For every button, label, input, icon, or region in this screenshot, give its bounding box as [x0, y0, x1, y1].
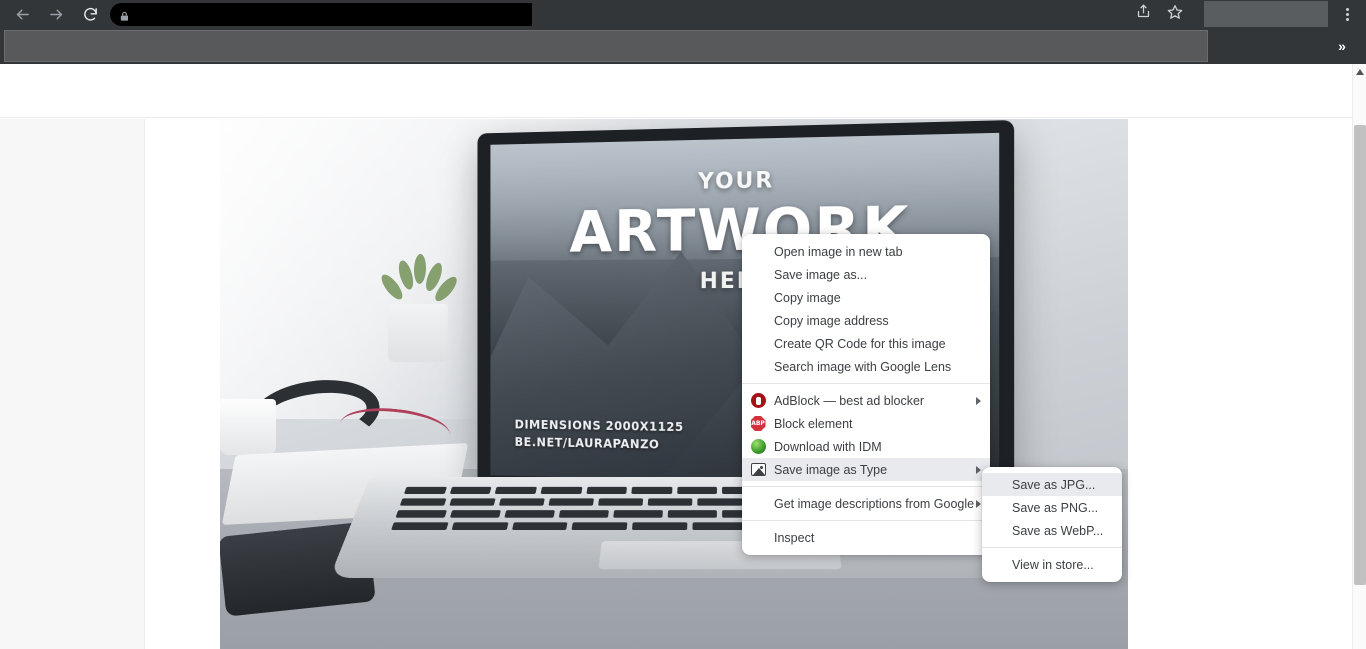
menu-item-label: Save image as Type	[774, 462, 888, 477]
menu-item-label: Create QR Code for this image	[774, 336, 946, 351]
menu-item-label: Get image descriptions from Google	[774, 496, 975, 511]
back-button[interactable]	[8, 0, 36, 28]
submenu-arrow-icon	[976, 465, 981, 474]
menu-item-label: Copy image	[774, 290, 841, 305]
submenu-arrow-icon	[976, 499, 981, 508]
plant-leaves	[378, 253, 461, 310]
menu-item-label: Search image with Google Lens	[774, 359, 952, 374]
submenu-item-save-as-jpg[interactable]: Save as JPG...	[982, 473, 1122, 496]
coffee-mug	[220, 399, 276, 455]
submenu-item-view-in-store[interactable]: View in store...	[982, 553, 1122, 576]
address-bar[interactable]	[110, 3, 532, 26]
page-header-band	[0, 64, 1352, 118]
back-arrow-icon	[14, 6, 31, 23]
chrome-menu-button[interactable]	[1334, 1, 1360, 27]
share-icon	[1136, 4, 1151, 24]
context-menu: Open image in new tab Save image as... Cop…	[742, 234, 990, 555]
menu-item-label: AdBlock — best ad blocker	[774, 393, 925, 408]
menu-item-save-image-as-type[interactable]: Save image as Type	[742, 458, 990, 481]
menu-item-label: Copy image address	[774, 313, 889, 328]
bookmarks-bar-redaction	[4, 30, 1208, 62]
share-button[interactable]	[1130, 1, 1156, 27]
submenu-item-save-as-png[interactable]: Save as PNG...	[982, 496, 1122, 519]
menu-item-label: Download with IDM	[774, 439, 882, 454]
plant-pot	[388, 304, 448, 362]
address-bar-redaction	[128, 3, 532, 26]
menu-item-copy-image-address[interactable]: Copy image address	[742, 309, 990, 332]
reload-icon	[82, 6, 99, 23]
menu-item-label: Block element	[774, 416, 853, 431]
menu-item-save-image-as[interactable]: Save image as...	[742, 263, 990, 286]
context-submenu: Save as JPG... Save as PNG... Save as WebP…	[982, 467, 1122, 582]
menu-item-label: Inspect	[774, 530, 815, 545]
menu-separator	[742, 486, 990, 487]
menu-item-label: View in store...	[1012, 557, 1094, 572]
bookmarks-overflow-button[interactable]: »	[1332, 36, 1352, 56]
menu-item-search-image-with-google-lens[interactable]: Search image with Google Lens	[742, 355, 990, 378]
menu-item-copy-image[interactable]: Copy image	[742, 286, 990, 309]
menu-item-label: Save as JPG...	[1012, 477, 1096, 492]
menu-item-label: Open image in new tab	[774, 244, 903, 259]
bookmark-button[interactable]	[1162, 1, 1188, 27]
profile-area-redaction	[1204, 1, 1328, 27]
menu-item-label: Save as WebP...	[1012, 523, 1104, 538]
menu-separator	[742, 520, 990, 521]
menu-item-inspect[interactable]: Inspect	[742, 526, 990, 549]
idm-icon	[750, 439, 766, 455]
menu-item-download-with-idm[interactable]: Download with IDM	[742, 435, 990, 458]
menu-item-block-element[interactable]: ABP Block element	[742, 412, 990, 435]
reload-button[interactable]	[76, 0, 104, 28]
menu-separator	[982, 547, 1122, 548]
menu-item-label: Save as PNG...	[1012, 500, 1099, 515]
page-sidebar	[0, 119, 145, 649]
forward-arrow-icon	[48, 6, 65, 23]
submenu-arrow-icon	[976, 396, 981, 405]
menu-item-create-qr-code-for-this-image[interactable]: Create QR Code for this image	[742, 332, 990, 355]
menu-item-adblock-best-ad-blocker[interactable]: AdBlock — best ad blocker	[742, 389, 990, 412]
menu-item-label: Save image as...	[774, 267, 868, 282]
abp-icon: ABP	[750, 416, 766, 432]
image-type-icon	[750, 462, 766, 478]
forward-button[interactable]	[42, 0, 70, 28]
browser-toolbar	[0, 0, 1366, 28]
page-scrollbar[interactable]	[1352, 64, 1366, 649]
three-dot-menu-icon	[1345, 7, 1349, 21]
artwork-author-text: BE.NET/LAURAPANZO	[514, 434, 660, 452]
artwork-credit: DIMENSIONS 2000X1125 BE.NET/LAURAPANZO	[515, 417, 684, 454]
scrollbar-thumb[interactable]	[1354, 125, 1366, 585]
bookmarks-bar: »	[0, 28, 1366, 64]
page-viewport: YOUR ARTWORK HERE DIMENSIONS 2000X1125 B…	[0, 64, 1366, 649]
adblock-icon	[750, 393, 766, 409]
scroll-up-arrow-icon[interactable]	[1353, 64, 1366, 80]
menu-item-open-image-in-new-tab[interactable]: Open image in new tab	[742, 240, 990, 263]
menu-separator	[742, 383, 990, 384]
submenu-item-save-as-webp[interactable]: Save as WebP...	[982, 519, 1122, 542]
menu-item-get-image-descriptions-from-google[interactable]: Get image descriptions from Google	[742, 492, 990, 515]
bookmark-star-icon	[1167, 4, 1183, 25]
